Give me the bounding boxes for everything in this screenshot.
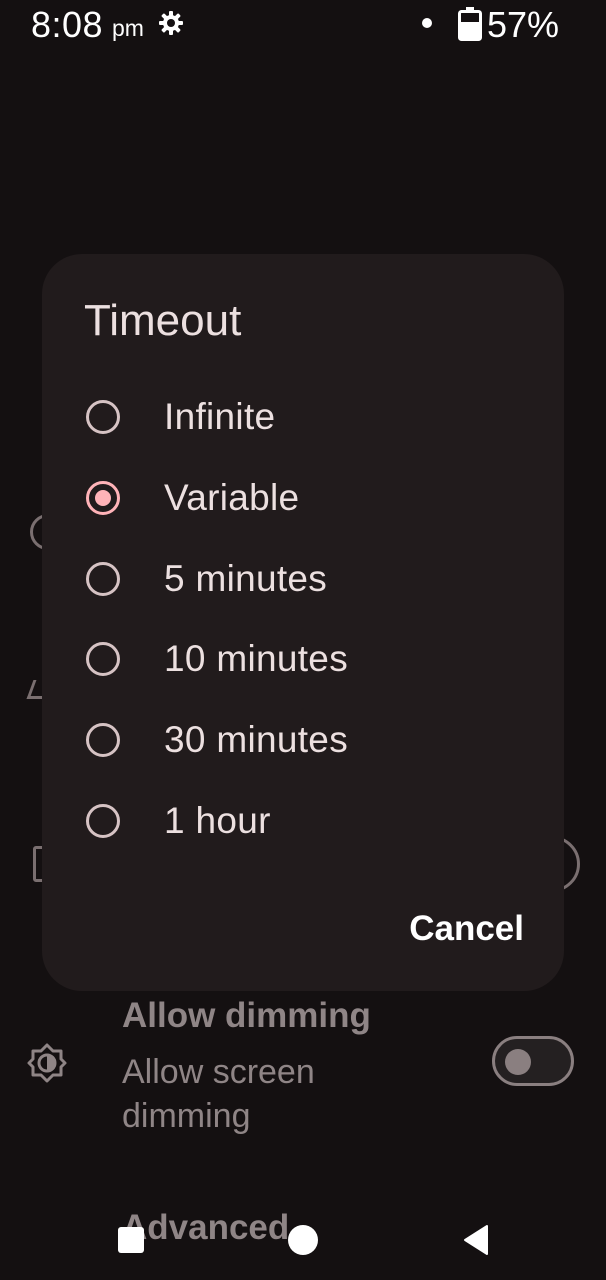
timeout-dialog: Timeout Infinite Variable 5 minutes 10 m… bbox=[42, 254, 564, 991]
option-label: 30 minutes bbox=[164, 719, 348, 760]
option-label: Variable bbox=[164, 477, 300, 518]
option-label: 5 minutes bbox=[164, 558, 328, 599]
radio-button[interactable] bbox=[86, 400, 120, 434]
option-30-minutes[interactable]: 30 minutes bbox=[42, 701, 564, 782]
option-5-minutes[interactable]: 5 minutes bbox=[42, 540, 564, 621]
allow-dimming-toggle[interactable] bbox=[492, 1036, 574, 1086]
brightness-icon bbox=[27, 1043, 67, 1083]
option-label: 10 minutes bbox=[164, 638, 348, 679]
cancel-button[interactable]: Cancel bbox=[374, 904, 524, 954]
option-1-hour[interactable]: 1 hour bbox=[42, 782, 564, 863]
allow-dimming-summary: Allow screen dimming bbox=[122, 1053, 315, 1135]
radio-button-selected[interactable] bbox=[86, 481, 120, 515]
option-10-minutes[interactable]: 10 minutes bbox=[42, 620, 564, 701]
radio-button[interactable] bbox=[86, 562, 120, 596]
radio-selected-dot bbox=[95, 490, 111, 506]
home-icon[interactable] bbox=[288, 1225, 318, 1255]
option-variable[interactable]: Variable bbox=[42, 459, 564, 540]
radio-button[interactable] bbox=[86, 642, 120, 676]
advanced-section-header: Advanced bbox=[122, 1208, 290, 1247]
back-icon[interactable] bbox=[462, 1224, 490, 1256]
dialog-title: Timeout bbox=[84, 296, 242, 345]
option-label: Infinite bbox=[164, 396, 276, 437]
option-label: 1 hour bbox=[164, 800, 271, 841]
option-infinite[interactable]: Infinite bbox=[42, 378, 564, 459]
radio-button[interactable] bbox=[86, 804, 120, 838]
allow-dimming-title: Allow dimming bbox=[122, 996, 371, 1035]
radio-button[interactable] bbox=[86, 723, 120, 757]
toggle-knob bbox=[505, 1049, 531, 1075]
recents-icon[interactable] bbox=[118, 1227, 144, 1253]
